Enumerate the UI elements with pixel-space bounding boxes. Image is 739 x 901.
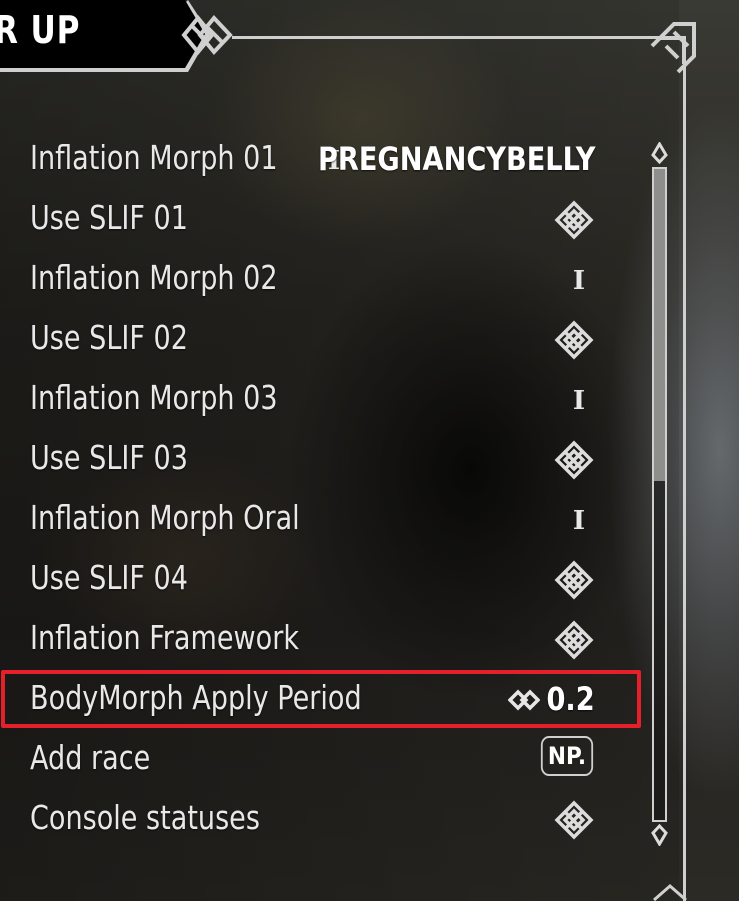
slider-diamond-icon (508, 689, 540, 711)
option-row-use-slif-03[interactable]: Use SLIF 03 (0, 430, 640, 490)
frame-bottom-knot-icon (653, 884, 687, 901)
frame-right-line (683, 62, 686, 901)
knot-checkbox-icon[interactable] (554, 560, 594, 600)
frame-top-line (232, 36, 672, 39)
slider-value[interactable]: 0.2 (547, 680, 595, 718)
option-label: Console statuses (30, 798, 260, 837)
option-row-use-slif-04[interactable]: Use SLIF 04 (0, 550, 640, 610)
scrollbar-thumb[interactable] (654, 169, 665, 481)
option-label: Add race (30, 738, 151, 777)
knot-checkbox-icon[interactable] (554, 800, 594, 840)
page-title: R UP (0, 8, 81, 52)
option-row-console-statuses[interactable]: Console statuses (0, 790, 640, 850)
option-row-inflation-morph-01[interactable]: Inflation Morph 01 I PREGNANCYBELLY (0, 130, 640, 190)
option-value[interactable]: PREGNANCYBELLY (318, 140, 595, 178)
frame-corner-knot-icon (650, 22, 696, 74)
option-label: BodyMorph Apply Period (30, 678, 362, 717)
option-label: Use SLIF 04 (30, 558, 188, 597)
knot-checkbox-icon[interactable] (554, 620, 594, 660)
header-knot-icon (181, 14, 233, 56)
text-cursor-icon[interactable]: I (573, 386, 585, 416)
text-cursor-icon[interactable]: I (573, 506, 585, 536)
option-row-add-race[interactable]: Add race NP. (0, 730, 640, 790)
option-label: Inflation Morph 02 (30, 258, 278, 297)
option-label: Use SLIF 03 (30, 438, 188, 477)
knot-checkbox-icon[interactable] (554, 200, 594, 240)
keymap-button[interactable]: NP. (540, 736, 594, 776)
scroll-up-arrow-icon[interactable] (650, 142, 669, 164)
option-label: Inflation Framework (30, 618, 299, 657)
knot-checkbox-icon[interactable] (554, 440, 594, 480)
knot-checkbox-icon[interactable] (554, 320, 594, 360)
option-row-inflation-morph-oral[interactable]: Inflation Morph Oral I (0, 490, 640, 550)
option-label: Inflation Morph 03 (30, 378, 278, 417)
option-label: Use SLIF 02 (30, 318, 188, 357)
option-label: Inflation Morph 01 (30, 138, 278, 177)
option-row-inflation-morph-02[interactable]: Inflation Morph 02 I (0, 250, 640, 310)
option-row-bodymorph-apply-period[interactable]: BodyMorph Apply Period 0.2 (0, 670, 640, 730)
text-cursor-icon[interactable]: I (573, 266, 585, 296)
option-row-inflation-morph-03[interactable]: Inflation Morph 03 I (0, 370, 640, 430)
option-row-inflation-framework[interactable]: Inflation Framework (0, 610, 640, 670)
option-label: Inflation Morph Oral (30, 498, 300, 537)
option-row-use-slif-02[interactable]: Use SLIF 02 (0, 310, 640, 370)
scroll-down-arrow-icon[interactable] (650, 824, 669, 846)
option-row-use-slif-01[interactable]: Use SLIF 01 (0, 190, 640, 250)
option-label: Use SLIF 01 (30, 198, 188, 237)
